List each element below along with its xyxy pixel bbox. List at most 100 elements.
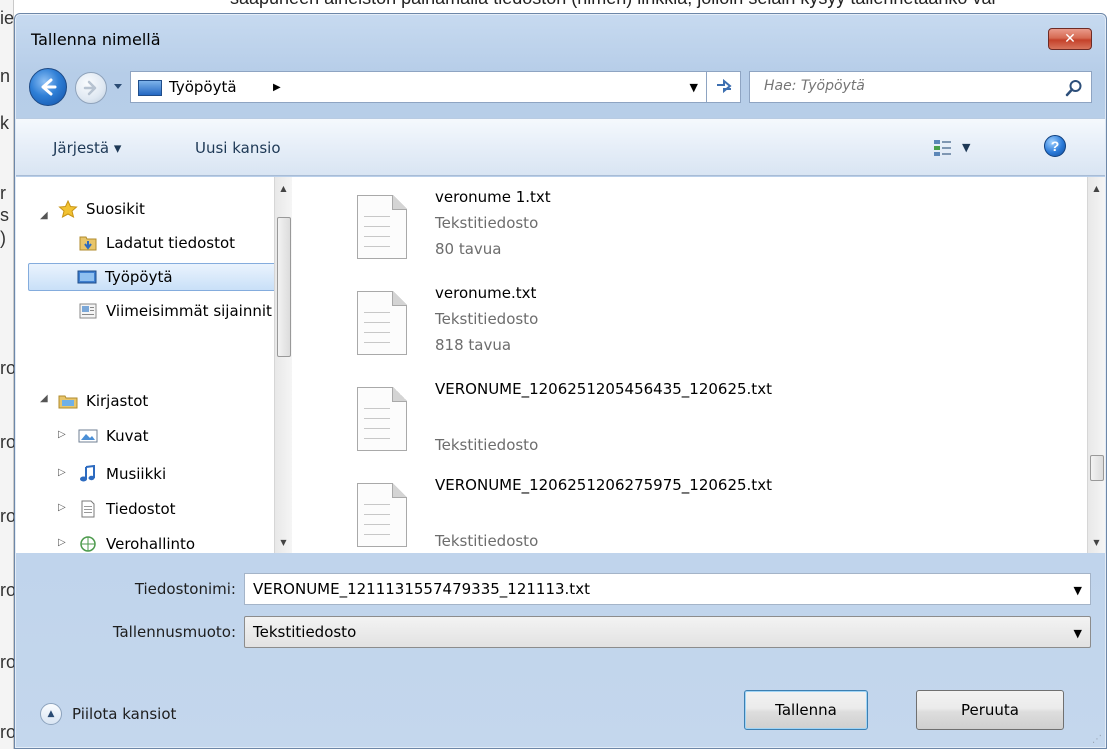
save-button[interactable]: Tallenna (744, 690, 868, 730)
dialog-title: Tallenna nimellä (31, 30, 161, 49)
nav-label: Tiedostot (106, 500, 176, 518)
cancel-button[interactable]: Peruuta (916, 690, 1064, 730)
filetype-select[interactable]: Tekstitiedosto ▼ (244, 616, 1091, 648)
collapse-icon[interactable]: ◢ (40, 393, 48, 404)
nav-item-desktop[interactable]: Työpöytä (28, 263, 290, 291)
text-file-icon (357, 291, 407, 355)
address-dropdown-icon[interactable]: ▼ (690, 81, 698, 94)
file-size: 818 tavua (435, 336, 512, 354)
file-item[interactable]: veronume 1.txt Tekstitiedosto 80 tavua (293, 185, 993, 281)
chevron-down-icon[interactable]: ▼ (1074, 627, 1082, 640)
nav-label: Kuvat (106, 427, 149, 445)
nav-label: Musiikki (106, 465, 167, 483)
chevron-down-icon (114, 84, 122, 89)
file-type: Tekstitiedosto (435, 436, 539, 454)
nav-label: Suosikit (86, 200, 145, 218)
close-button[interactable]: ✕ (1048, 28, 1092, 50)
nav-label: Kirjastot (86, 392, 149, 410)
scroll-thumb[interactable] (1090, 455, 1104, 481)
recent-pages-dropdown[interactable] (112, 82, 124, 92)
search-input[interactable] (764, 78, 1044, 94)
resize-grip-icon[interactable]: ⋰ (1092, 734, 1102, 745)
refresh-button[interactable] (707, 71, 741, 103)
hide-folders-label: Piilota kansiot (72, 705, 177, 723)
expand-icon[interactable]: ▷ (58, 502, 66, 513)
expand-icon[interactable]: ▷ (58, 467, 66, 478)
file-list-scrollbar[interactable]: ▲ ▼ (1087, 177, 1105, 553)
refresh-icon (716, 79, 732, 94)
file-item[interactable]: VERONUME_1206251205456435_120625.txt Tek… (293, 377, 993, 473)
breadcrumb-arrow-icon[interactable]: ▶ (273, 82, 281, 93)
desktop-icon (77, 270, 97, 284)
close-icon: ✕ (1064, 31, 1076, 47)
save-as-dialog: Tallenna nimellä ✕ Työpöytä ▶ ▼ Hae: Työ… (14, 13, 1107, 749)
expand-icon[interactable]: ▷ (58, 429, 66, 440)
browser-area: ◢ Suosikit Ladatut tiedostot Työpöytä Vi… (16, 177, 1105, 553)
file-name: veronume 1.txt (435, 188, 551, 206)
background-fragment: ) (0, 228, 6, 248)
nav-label: Verohallinto (106, 535, 196, 553)
collapse-icon[interactable]: ◢ (40, 210, 48, 221)
address-bar[interactable]: Työpöytä ▶ ▼ (130, 71, 707, 103)
chevron-down-icon[interactable]: ▼ (1074, 584, 1082, 597)
scroll-up-icon[interactable]: ▲ (1088, 179, 1105, 197)
file-name: veronume.txt (435, 284, 537, 302)
search-icon[interactable] (1065, 79, 1083, 97)
nav-pane-scrollbar[interactable]: ▲ ▼ (274, 177, 292, 553)
nav-item-downloads[interactable]: Ladatut tiedostot (78, 229, 235, 257)
back-button[interactable] (29, 68, 67, 106)
background-fragment: ro (0, 722, 14, 742)
navigation-pane: ◢ Suosikit Ladatut tiedostot Työpöytä Vi… (16, 177, 292, 553)
organize-button[interactable]: Järjestä ▾ (53, 139, 121, 157)
expand-icon[interactable]: ▷ (58, 537, 66, 548)
search-box[interactable] (749, 71, 1092, 103)
new-folder-button[interactable]: Uusi kansio (195, 139, 281, 157)
nav-item-documents[interactable]: Tiedostot (78, 495, 176, 523)
save-form: Tiedostonimi: VERONUME_1211131557479335_… (16, 554, 1105, 749)
downloads-folder-icon (79, 236, 97, 251)
save-button-label: Tallenna (775, 701, 837, 719)
file-item[interactable]: veronume.txt Tekstitiedosto 818 tavua (293, 281, 993, 377)
file-type: Tekstitiedosto (435, 214, 539, 232)
network-library-icon (80, 536, 96, 552)
file-list: veronume 1.txt Tekstitiedosto 80 tavua v… (293, 177, 1087, 553)
background-text: saapuneen aineiston painamalla tiedoston… (230, 0, 995, 9)
documents-icon (81, 500, 95, 518)
scroll-up-icon[interactable]: ▲ (275, 179, 292, 197)
background-fragment: ie (0, 8, 14, 28)
file-size: 80 tavua (435, 240, 502, 258)
file-item[interactable]: VERONUME_1206251206275975_120625.txt Tek… (293, 473, 993, 553)
nav-favorites[interactable]: Suosikit (58, 195, 145, 223)
breadcrumb-desktop[interactable]: Työpöytä (169, 78, 237, 96)
file-name: VERONUME_1206251206275975_120625.txt (435, 476, 772, 494)
file-type: Tekstitiedosto (435, 532, 539, 550)
filename-field[interactable]: VERONUME_1211131557479335_121113.txt ▼ (244, 573, 1091, 605)
forward-arrow-icon (83, 80, 97, 96)
file-name: VERONUME_1206251205456435_120625.txt (435, 380, 772, 398)
filetype-label: Tallennusmuoto: (112, 623, 236, 641)
scroll-down-icon[interactable]: ▼ (275, 533, 292, 551)
nav-item-verohallinto[interactable]: Verohallinto (78, 530, 195, 553)
help-icon[interactable]: ? (1044, 135, 1066, 157)
text-file-icon (357, 195, 407, 259)
background-fragment: ro (0, 358, 14, 378)
nav-item-music[interactable]: Musiikki (78, 460, 166, 488)
forward-button[interactable] (75, 72, 107, 104)
hide-folders-button[interactable]: ▲ Piilota kansiot (40, 702, 176, 726)
nav-label: Työpöytä (105, 268, 173, 286)
nav-item-recent[interactable]: Viimeisimmät sijainnit (78, 297, 272, 325)
filetype-value: Tekstitiedosto (253, 623, 357, 641)
scroll-down-icon[interactable]: ▼ (1088, 533, 1105, 551)
nav-item-pictures[interactable]: Kuvat (78, 422, 149, 450)
nav-label: Ladatut tiedostot (106, 234, 236, 252)
title-bar[interactable]: Tallenna nimellä ✕ (15, 14, 1106, 64)
views-icon[interactable] (933, 138, 953, 158)
background-fragment: n (0, 66, 11, 86)
filename-value[interactable]: VERONUME_1211131557479335_121113.txt (253, 580, 590, 598)
back-arrow-icon (41, 78, 57, 96)
background-fragment: ro (0, 580, 14, 600)
scroll-thumb[interactable] (277, 217, 291, 357)
background-fragment: k (0, 113, 9, 133)
nav-libraries[interactable]: Kirjastot (58, 387, 148, 415)
views-dropdown-icon[interactable]: ▼ (962, 141, 970, 154)
